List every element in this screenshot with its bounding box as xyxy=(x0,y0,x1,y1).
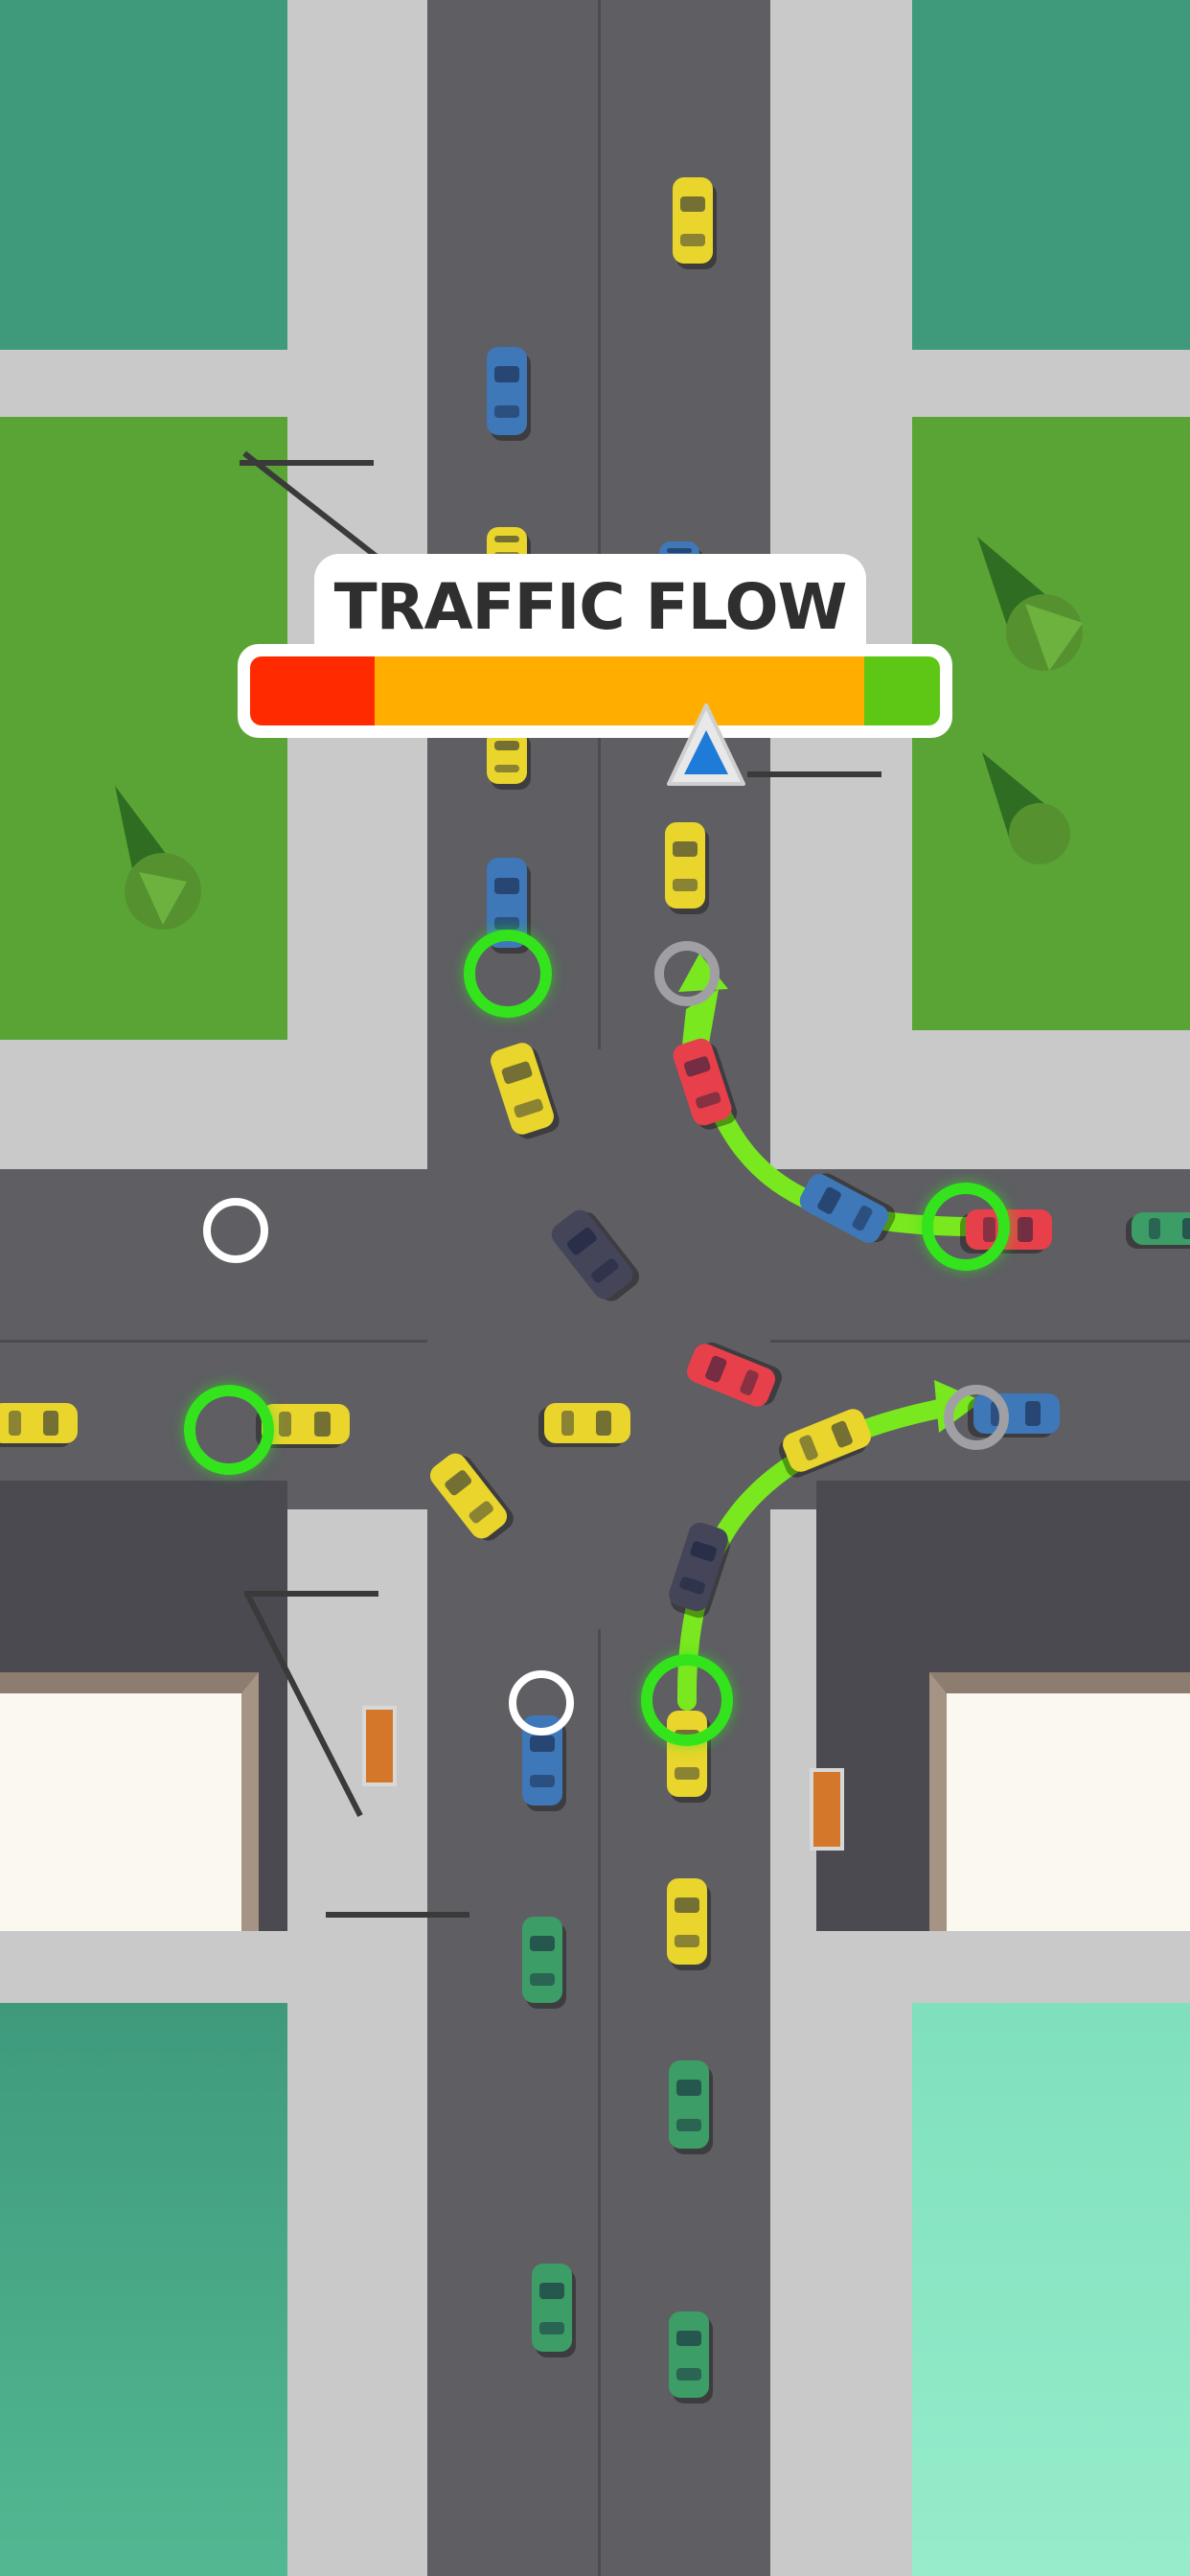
car-yellow[interactable] xyxy=(665,822,705,908)
traffic-flow-meter xyxy=(238,644,952,738)
car-green[interactable] xyxy=(1132,1212,1190,1245)
ring-icon[interactable] xyxy=(922,1183,1010,1271)
ring-icon[interactable] xyxy=(184,1385,274,1475)
flow-segment-orange xyxy=(374,656,864,725)
flow-segment-red xyxy=(250,656,375,725)
triangle-marker-icon xyxy=(667,703,745,786)
car-yellow[interactable] xyxy=(0,1403,78,1443)
car-yellow[interactable] xyxy=(544,1403,630,1443)
traffic-flow-segments xyxy=(250,656,940,725)
ring-icon[interactable] xyxy=(464,930,552,1018)
flow-segment-green xyxy=(863,656,940,725)
ring-icon[interactable] xyxy=(203,1198,268,1263)
car-yellow[interactable] xyxy=(673,177,713,264)
car-green[interactable] xyxy=(522,1917,562,2003)
ring-icon[interactable] xyxy=(641,1654,733,1746)
car-green[interactable] xyxy=(669,2312,709,2398)
car-green[interactable] xyxy=(669,2060,709,2149)
ring-icon[interactable] xyxy=(509,1670,574,1736)
car-yellow[interactable] xyxy=(667,1878,707,1965)
traffic-flow-title: TRAFFIC FLOW xyxy=(333,569,848,644)
car-green[interactable] xyxy=(532,2264,572,2352)
car-blue[interactable] xyxy=(487,347,527,435)
ring-icon[interactable] xyxy=(654,941,720,1006)
ring-icon[interactable] xyxy=(944,1385,1009,1450)
car-yellow[interactable] xyxy=(262,1404,350,1444)
